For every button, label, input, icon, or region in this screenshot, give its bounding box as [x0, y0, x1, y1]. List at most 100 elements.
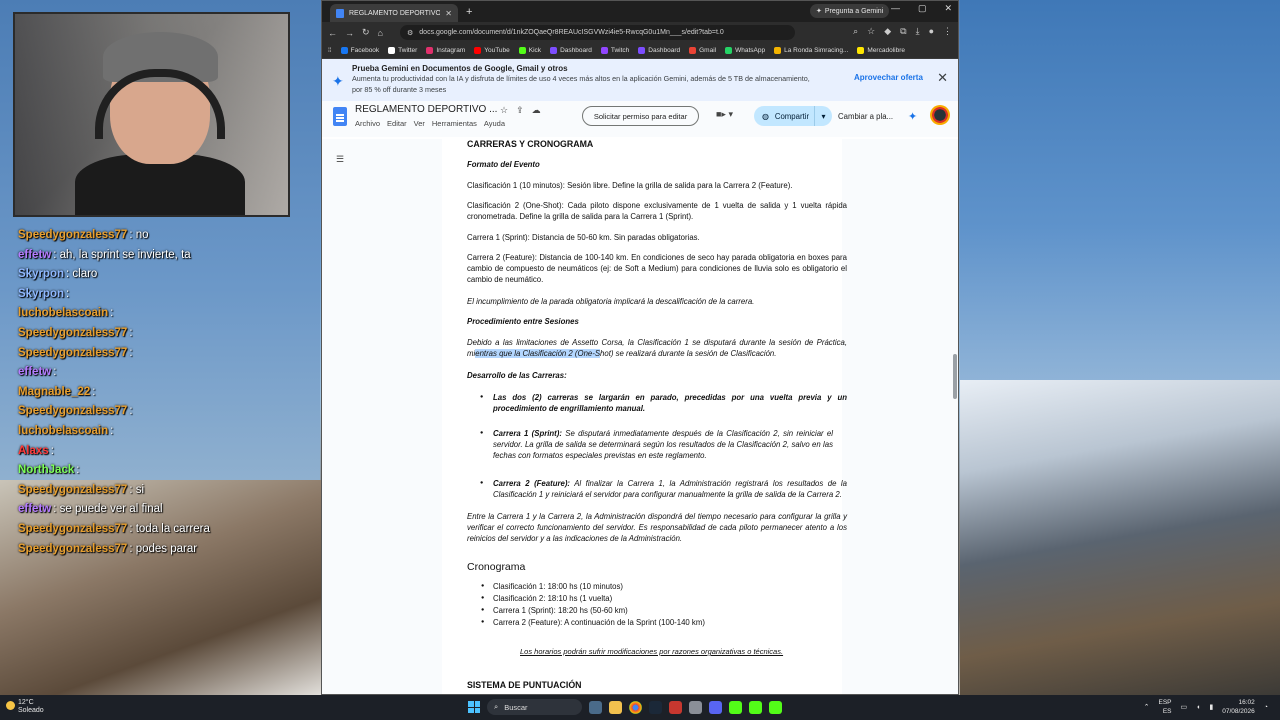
kick-icon[interactable]	[769, 700, 782, 714]
bookmark-item[interactable]: La Ronda Simracing...	[774, 47, 848, 54]
home-icon[interactable]: ⌂	[378, 28, 383, 38]
menu-bar: Archivo Editar Ver Herramientas Ayuda	[355, 119, 505, 128]
forward-icon[interactable]: →	[345, 28, 354, 38]
request-edit-button[interactable]: Solicitar permiso para editar	[582, 106, 699, 126]
bookmark-item[interactable]: Facebook	[340, 47, 379, 54]
bookmark-item[interactable]: Dashboard	[550, 47, 592, 54]
chat-username[interactable]: Speedygonzaless77	[18, 347, 127, 359]
chat-username[interactable]: Magnable_22	[18, 386, 90, 398]
network-icon[interactable]: ▭	[1181, 703, 1188, 711]
avatar[interactable]	[930, 105, 950, 125]
gemini-icon: ✦	[816, 8, 822, 15]
chrome-icon[interactable]	[629, 700, 642, 714]
scrollbar[interactable]	[951, 139, 957, 694]
footnote: Los horarios podrán sufrir modificacione…	[520, 647, 784, 656]
bookmark-item[interactable]: Dashboard	[638, 47, 680, 54]
document-title[interactable]: REGLAMENTO DEPORTIVO ...	[355, 104, 497, 115]
bookmark-item[interactable]: Twitch	[600, 47, 629, 54]
extension-icon[interactable]: ◆	[884, 26, 891, 37]
notifications-icon[interactable]: ◔	[1264, 704, 1268, 711]
ask-gemini-button[interactable]: ✦ Pregunta a Gemini	[810, 4, 890, 18]
task-view-icon[interactable]	[589, 700, 602, 714]
bookmark-item[interactable]: Twitter	[388, 47, 417, 54]
chat-username[interactable]: effetw	[18, 503, 51, 515]
reload-icon[interactable]: ↻	[362, 27, 370, 38]
back-icon[interactable]: ←	[328, 28, 337, 38]
switch-plan-button[interactable]: Cambiar a pla...	[838, 112, 893, 121]
scrollbar-thumb[interactable]	[953, 354, 957, 399]
offline-status-icon[interactable]: ☁	[532, 105, 541, 116]
move-icon[interactable]: ⇪	[516, 105, 524, 116]
kick-icon[interactable]	[729, 700, 742, 714]
docs-logo-icon[interactable]	[333, 107, 347, 126]
meet-icon[interactable]: ■▸ ▾	[716, 109, 733, 120]
volume-icon[interactable]: ◖	[1196, 704, 1200, 711]
close-window-icon[interactable]: ✕	[944, 3, 952, 14]
apps-grid-icon[interactable]: ⁞⁞	[328, 47, 332, 54]
discord-icon[interactable]	[709, 700, 722, 714]
extensions-puzzle-icon[interactable]: ⧉	[900, 26, 906, 37]
chat-username[interactable]: Speedygonzaless77	[18, 523, 127, 535]
bookmark-item[interactable]: Gmail	[689, 47, 716, 54]
chat-username[interactable]: Speedygonzaless77	[18, 229, 127, 241]
chat-username[interactable]: Speedygonzaless77	[18, 405, 127, 417]
stream-chat: Speedygonzaless77: no effetw: ah, la spri…	[18, 226, 318, 559]
weather-widget[interactable]: 12°C Soleado	[6, 699, 44, 715]
menu-icon[interactable]: ⋮	[943, 26, 952, 37]
chat-username[interactable]: luchobelascoain	[18, 307, 108, 319]
docs-header: REGLAMENTO DEPORTIVO ... ☆ ⇪ ☁ Archivo Ed…	[322, 101, 958, 137]
app-icon[interactable]	[689, 700, 702, 714]
gemini-icon[interactable]: ✦	[908, 110, 917, 123]
bookmark-item[interactable]: WhatsApp	[725, 47, 765, 54]
chat-username[interactable]: luchobelascoain	[18, 425, 108, 437]
minimize-icon[interactable]: —	[891, 3, 900, 14]
address-bar[interactable]: ⚙ docs.google.com/document/d/1nkZOQaeQr8…	[400, 25, 795, 40]
chat-username[interactable]: Alaxs	[18, 445, 49, 457]
bookmark-favicon-icon	[600, 47, 608, 54]
share-dropdown-icon[interactable]: ▾	[814, 106, 832, 126]
menu-item[interactable]: Ayuda	[484, 119, 505, 128]
share-button[interactable]: ◍ Compartir ▾	[754, 106, 832, 126]
menu-item[interactable]: Editar	[387, 119, 407, 128]
new-tab-button[interactable]: +	[466, 6, 472, 18]
profile-icon[interactable]: ●	[929, 26, 934, 37]
bookmark-item[interactable]: Mercadolibre	[857, 47, 905, 54]
menu-item[interactable]: Herramientas	[432, 119, 477, 128]
site-info-icon[interactable]: ⚙	[407, 29, 413, 37]
chat-username[interactable]: Skyrpon	[18, 288, 64, 300]
star-icon[interactable]: ☆	[500, 105, 508, 116]
chat-username[interactable]: Speedygonzaless77	[18, 484, 127, 496]
chat-username[interactable]: Skyrpon	[18, 268, 64, 280]
file-explorer-icon[interactable]	[609, 700, 622, 714]
chevron-up-icon[interactable]: ⌃	[1144, 703, 1150, 711]
close-icon[interactable]: ✕	[937, 70, 948, 86]
browser-tab[interactable]: REGLAMENTO DEPORTIVO BT... ✕	[330, 4, 458, 22]
steam-icon[interactable]	[649, 700, 662, 714]
chat-message: Speedygonzaless77: no	[18, 226, 318, 246]
bookmark-item[interactable]: Kick	[518, 47, 541, 54]
list-item: Las dos (2) carreras se largarán en para…	[480, 392, 847, 414]
bookmark-star-icon[interactable]: ☆	[867, 26, 875, 37]
bookmark-item[interactable]: YouTube	[474, 47, 510, 54]
chat-username[interactable]: NorthJack	[18, 464, 74, 476]
racing-app-icon[interactable]	[669, 700, 682, 714]
menu-item[interactable]: Ver	[414, 119, 425, 128]
start-windows-icon[interactable]	[468, 701, 480, 713]
zoom-icon[interactable]: ⌕	[853, 26, 858, 37]
close-tab-icon[interactable]: ✕	[445, 9, 452, 18]
chat-username[interactable]: Speedygonzaless77	[18, 327, 127, 339]
bookmark-item[interactable]: Instagram	[426, 47, 465, 54]
outline-icon[interactable]: ☰	[336, 154, 344, 165]
download-icon[interactable]: ⤓	[916, 26, 920, 37]
chat-username[interactable]: effetw	[18, 249, 51, 261]
taskbar-search[interactable]: ⌕ Buscar	[487, 699, 582, 715]
chat-username[interactable]: effetw	[18, 366, 51, 378]
battery-icon[interactable]: ▮	[1209, 703, 1213, 711]
menu-item[interactable]: Archivo	[355, 119, 380, 128]
maximize-icon[interactable]: ▢	[918, 3, 927, 14]
chat-username[interactable]: Speedygonzaless77	[18, 543, 127, 555]
clock[interactable]: 16:02 07/08/2026	[1222, 698, 1255, 716]
webcam-overlay	[13, 12, 290, 217]
kick-icon[interactable]	[749, 700, 762, 714]
promo-offer-link[interactable]: Aprovechar oferta	[854, 73, 923, 82]
